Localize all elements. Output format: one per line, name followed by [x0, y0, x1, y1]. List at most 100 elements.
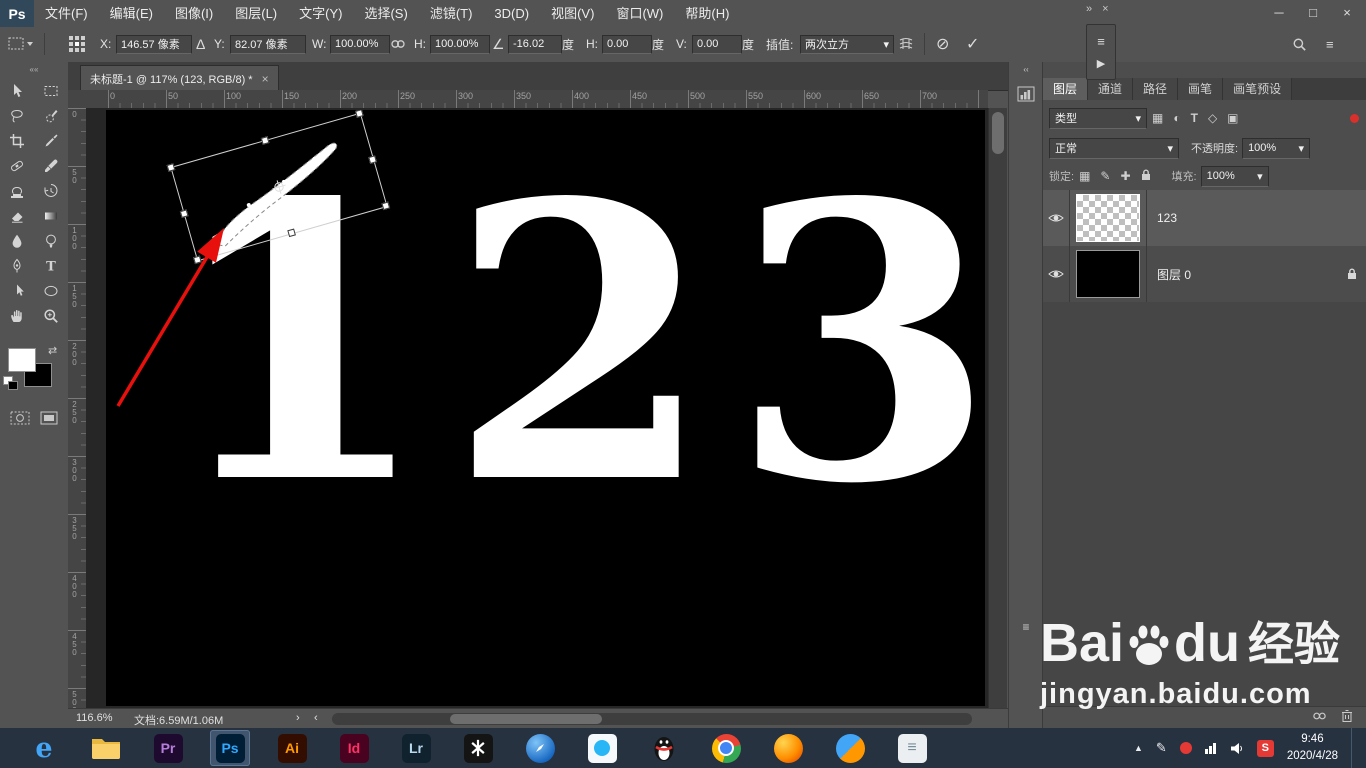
dock-collapse-icon[interactable]: » — [1086, 3, 1092, 15]
layer-thumbnail-123[interactable] — [1076, 194, 1140, 242]
filter-type-layers-icon[interactable]: T — [1191, 111, 1198, 125]
menu-help[interactable]: 帮助(H) — [674, 0, 740, 27]
delete-layer-icon[interactable] — [1341, 709, 1353, 727]
quick-mask-mode-icon[interactable] — [10, 410, 30, 431]
menu-image[interactable]: 图像(I) — [164, 0, 224, 27]
default-colors-icon[interactable] — [3, 376, 19, 390]
height-scale-field[interactable]: 100.00% — [430, 34, 490, 54]
commit-transform-button[interactable]: ✓ — [966, 27, 979, 61]
document-tab[interactable]: 未标题-1 @ 117% (123, RGB/8) * × — [80, 65, 279, 91]
tray-red-badge-icon[interactable] — [1179, 742, 1192, 754]
search-icon[interactable] — [1292, 27, 1307, 61]
layer-filter-toggle[interactable] — [1350, 113, 1359, 123]
layer-row-background[interactable]: 图层 0 — [1043, 246, 1366, 302]
menu-file[interactable]: 文件(F) — [34, 0, 99, 27]
fill-dropdown[interactable]: 100% ▾ — [1200, 165, 1269, 187]
taskbar-compass-browser[interactable] — [520, 730, 560, 766]
cancel-transform-button[interactable]: ⊘ — [936, 27, 949, 61]
maintain-aspect-link-icon[interactable] — [390, 27, 406, 61]
canvas[interactable]: 123 — [106, 110, 985, 706]
tool-move[interactable] — [0, 78, 34, 103]
width-scale-field[interactable]: 100.00% — [330, 34, 390, 54]
status-chevron-left-icon[interactable]: ‹ — [314, 712, 318, 724]
tool-blur[interactable] — [0, 228, 34, 253]
taskbar-illustrator[interactable]: Ai — [272, 730, 312, 766]
filter-smart-objects-icon[interactable]: ▣ — [1227, 111, 1238, 125]
layer-thumbnail-background[interactable] — [1076, 250, 1140, 298]
volume-icon[interactable] — [1230, 742, 1244, 755]
taskbar-qq[interactable] — [644, 730, 684, 766]
menu-3d[interactable]: 3D(D) — [483, 0, 540, 27]
tool-path-selection[interactable] — [0, 278, 34, 303]
tray-pen-icon[interactable]: ✎ — [1156, 740, 1167, 756]
taskbar-chrome[interactable] — [706, 730, 746, 766]
notes-panel-icon[interactable]: ≡ — [1009, 620, 1043, 634]
x-position-field[interactable]: 146.57 像素 — [116, 34, 192, 54]
lock-position-icon[interactable]: ✚ — [1120, 169, 1130, 183]
swap-colors-icon[interactable]: ⇄ — [48, 344, 57, 357]
layer-visibility-toggle[interactable] — [1043, 246, 1070, 302]
menu-filter[interactable]: 滤镜(T) — [419, 0, 484, 27]
menu-edit[interactable]: 编辑(E) — [99, 0, 164, 27]
tool-gradient[interactable] — [34, 203, 68, 228]
taskbar-file-explorer[interactable] — [86, 730, 126, 766]
layer-row-123[interactable]: 123 — [1043, 190, 1366, 246]
layer-filter-kind-dropdown[interactable]: 类型 ▾ — [1049, 107, 1147, 129]
minimize-button[interactable]: ─ — [1262, 0, 1296, 24]
tool-crop[interactable] — [0, 128, 34, 153]
menu-select[interactable]: 选择(S) — [353, 0, 418, 27]
dock-expand-icon[interactable]: ‹‹ — [1009, 62, 1043, 78]
reference-point-grid-icon[interactable] — [68, 27, 86, 61]
filter-adjustment-layers-icon[interactable]: ◐ — [1173, 111, 1180, 125]
vertical-scrollbar[interactable] — [988, 108, 1007, 708]
horizontal-scrollbar[interactable] — [332, 713, 972, 725]
relative-position-toggle[interactable]: Δ — [196, 27, 205, 61]
panel-list-icon[interactable]: ≡ — [1097, 34, 1105, 49]
horizontal-scrollbar-thumb[interactable] — [450, 714, 602, 724]
taskbar-photoshop[interactable]: Ps — [210, 730, 250, 766]
show-desktop-button[interactable] — [1351, 728, 1358, 768]
toolbar-collapse-icon[interactable]: «« — [0, 62, 68, 78]
taskbar-video-editor[interactable] — [458, 730, 498, 766]
tool-eyedropper[interactable] — [34, 128, 68, 153]
dock-close-icon[interactable]: × — [1102, 3, 1108, 15]
menu-window[interactable]: 窗口(W) — [605, 0, 674, 27]
h-skew-field[interactable]: 0.00 — [602, 34, 652, 54]
workspace-panel-icon[interactable]: ≡ — [1326, 27, 1334, 61]
zoom-level-field[interactable]: 116.6% — [76, 712, 113, 724]
menu-view[interactable]: 视图(V) — [540, 0, 605, 27]
layer-name[interactable]: 图层 0 — [1147, 246, 1347, 302]
network-signal-icon[interactable] — [1204, 742, 1217, 754]
taskbar-internet-explorer[interactable]: e — [24, 730, 64, 766]
blend-mode-dropdown[interactable]: 正常 ▾ — [1049, 137, 1179, 159]
taskbar-notes[interactable]: ≡ — [892, 730, 932, 766]
tool-zoom[interactable] — [34, 303, 68, 328]
layer-visibility-toggle[interactable] — [1043, 190, 1070, 246]
tool-clone-stamp[interactable] — [0, 178, 34, 203]
y-position-field[interactable]: 82.07 像素 — [230, 34, 306, 54]
tool-preset-icon[interactable] — [8, 27, 34, 61]
vertical-scrollbar-thumb[interactable] — [992, 112, 1004, 154]
filter-pixel-layers-icon[interactable]: ▦ — [1152, 111, 1163, 125]
taskbar-firefox[interactable] — [768, 730, 808, 766]
restore-button[interactable]: □ — [1296, 0, 1330, 24]
tool-dodge[interactable] — [34, 228, 68, 253]
taskbar-messenger[interactable] — [582, 730, 622, 766]
status-chevron-right-icon[interactable]: › — [296, 712, 300, 724]
taskbar-indesign[interactable]: Id — [334, 730, 374, 766]
taskbar-sphere-app[interactable] — [830, 730, 870, 766]
tab-paths[interactable]: 路径 — [1133, 78, 1179, 100]
tool-spot-healing-brush[interactable] — [0, 153, 34, 178]
foreground-color-swatch[interactable] — [8, 348, 36, 372]
play-actions-icon[interactable]: ▶ — [1097, 57, 1105, 70]
filter-shape-layers-icon[interactable]: ◇ — [1208, 111, 1217, 125]
tool-lasso[interactable] — [0, 103, 34, 128]
layer-name[interactable]: 123 — [1147, 190, 1366, 246]
taskbar-lightroom[interactable]: Lr — [396, 730, 436, 766]
tool-horizontal-type[interactable]: T — [34, 253, 68, 278]
tool-history-brush[interactable] — [34, 178, 68, 203]
tool-rectangular-marquee[interactable] — [34, 78, 68, 103]
tool-pen[interactable] — [0, 253, 34, 278]
histogram-panel-icon[interactable] — [1009, 86, 1043, 107]
link-layers-icon[interactable] — [1312, 709, 1327, 727]
